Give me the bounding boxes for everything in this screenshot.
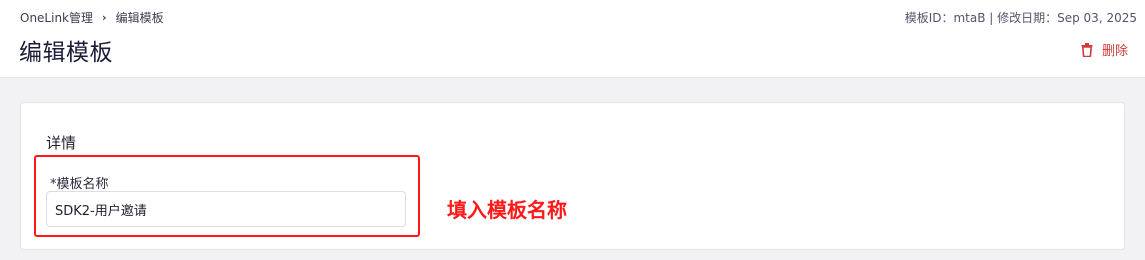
template-meta: 模板ID：mtaB | 修改日期：Sep 03, 2025: [904, 11, 1137, 25]
delete-button-label: 删除: [1101, 44, 1128, 59]
chevron-right-icon: ›: [102, 11, 107, 24]
page-header: OneLink管理 › 编辑模板 编辑模板 模板ID：mtaB | 修改日期：S…: [0, 0, 1145, 78]
template-name-label: *模板名称: [50, 177, 109, 192]
breadcrumb-current: 编辑模板: [115, 11, 164, 25]
details-section-title: 详情: [46, 134, 77, 152]
breadcrumb: OneLink管理 › 编辑模板: [20, 9, 164, 26]
delete-button[interactable]: 删除: [1081, 40, 1128, 59]
annotation-text: 填入模板名称: [447, 198, 567, 222]
details-card: 详情 *模板名称 填入模板名称: [20, 102, 1125, 250]
trash-icon: [1081, 42, 1093, 57]
breadcrumb-onelink-link[interactable]: OneLink管理: [20, 9, 93, 26]
page-title: 编辑模板: [19, 40, 113, 66]
template-name-input[interactable]: [46, 191, 406, 227]
